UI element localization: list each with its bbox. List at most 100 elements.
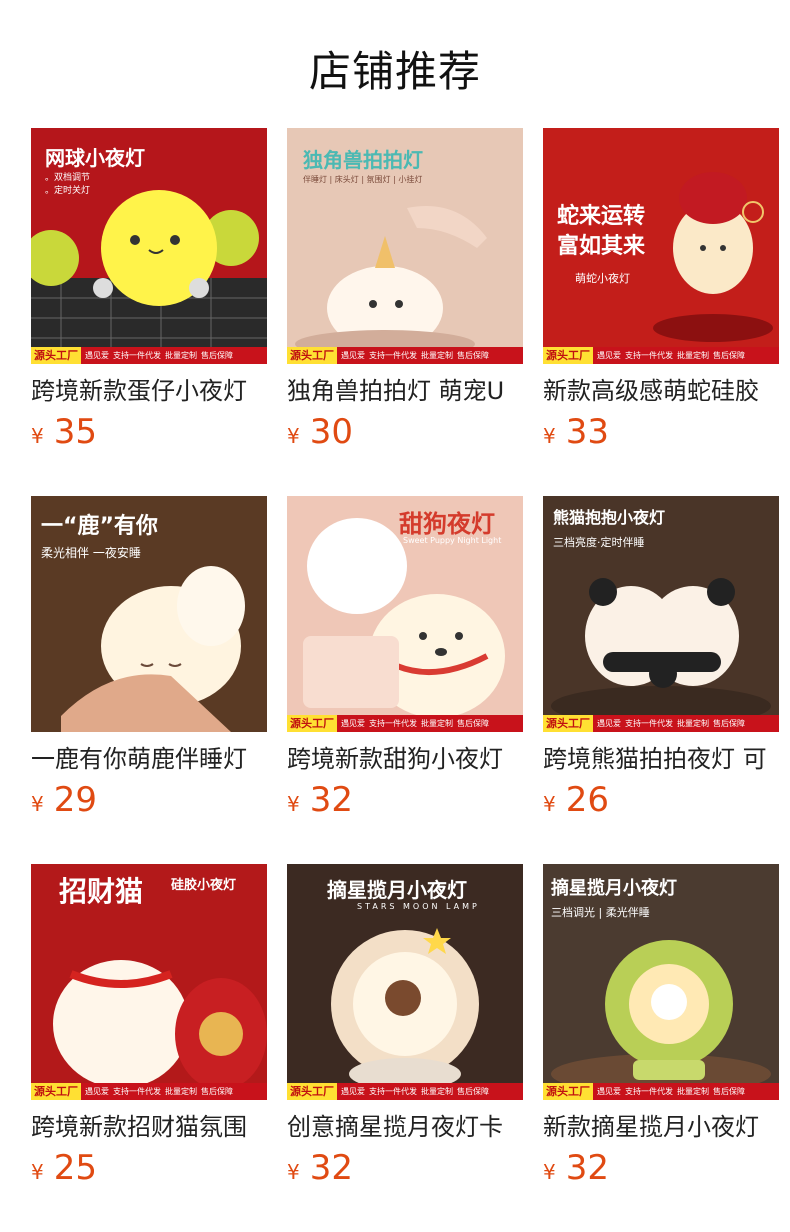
price-value: 33 bbox=[565, 412, 609, 452]
product-name[interactable]: 跨境新款甜狗小夜灯 bbox=[287, 744, 523, 774]
product-image[interactable]: 一“鹿”有你 柔光相伴 一夜安睡 bbox=[31, 496, 267, 732]
product-price: ¥25 bbox=[31, 1148, 267, 1192]
product-card[interactable]: 熊猫抱抱小夜灯 三档亮度·定时伴睡 源头工厂 遇见爱 支持一件代发 批量定制 售… bbox=[543, 496, 779, 824]
currency-symbol: ¥ bbox=[543, 424, 556, 448]
currency-symbol: ¥ bbox=[287, 424, 300, 448]
banner-title: 蛇来运转 富如其来 bbox=[557, 204, 646, 259]
product-name[interactable]: 新款摘星揽月小夜灯 bbox=[543, 1112, 779, 1142]
banner-subtitle: 。双档调节 。定时关灯 bbox=[45, 173, 91, 196]
product-card[interactable]: 招财猫 硅胶小夜灯 源头工厂 遇见爱 支持一件代发 批量定制 售后保障 跨境新款… bbox=[31, 864, 267, 1192]
product-card[interactable]: 一“鹿”有你 柔光相伴 一夜安睡 一鹿有你萌鹿伴睡灯 ¥29 bbox=[31, 496, 267, 824]
banner-title: 摘星揽月小夜灯 bbox=[551, 878, 677, 899]
currency-symbol: ¥ bbox=[31, 424, 44, 448]
factory-source-label: 源头工厂 bbox=[287, 347, 337, 364]
factory-tag-strip: 源头工厂 遇见爱 支持一件代发 批量定制 售后保障 bbox=[287, 715, 523, 732]
tag-feature: 支持一件代发 bbox=[113, 1087, 161, 1096]
tag-feature: 批量定制 bbox=[421, 1087, 453, 1096]
product-card[interactable]: 蛇来运转 富如其来 萌蛇小夜灯 源头工厂 遇见爱 支持一件代发 批量定制 售后保… bbox=[543, 128, 779, 456]
price-value: 35 bbox=[53, 412, 97, 452]
product-image[interactable]: 蛇来运转 富如其来 萌蛇小夜灯 源头工厂 遇见爱 支持一件代发 批量定制 售后保… bbox=[543, 128, 779, 364]
product-card[interactable]: 摘星揽月小夜灯 STARS MOON LAMP 源头工厂 遇见爱 支持一件代发 … bbox=[287, 864, 523, 1192]
currency-symbol: ¥ bbox=[543, 1160, 556, 1184]
product-price: ¥32 bbox=[287, 1148, 523, 1192]
banner-subtitle: STARS MOON LAMP bbox=[357, 902, 480, 911]
product-card[interactable]: 摘星揽月小夜灯 三档调光 | 柔光伴睡 源头工厂 遇见爱 支持一件代发 批量定制… bbox=[543, 864, 779, 1192]
tag-feature: 批量定制 bbox=[165, 1087, 197, 1096]
product-name[interactable]: 跨境新款蛋仔小夜灯 bbox=[31, 376, 267, 406]
banner-title: 熊猫抱抱小夜灯 bbox=[553, 508, 666, 527]
tag-feature: 售后保障 bbox=[457, 1087, 489, 1096]
product-price: ¥35 bbox=[31, 412, 267, 456]
product-image[interactable]: 网球小夜灯 。双档调节 。定时关灯 源头工厂 遇见爱 支持一件代发 批量定制 售… bbox=[31, 128, 267, 364]
tag-feature: 遇见爱 bbox=[597, 719, 621, 728]
product-card[interactable]: 独角兽拍拍灯 伴睡灯 | 床头灯 | 氛围灯 | 小挂灯 源头工厂 遇见爱 支持… bbox=[287, 128, 523, 456]
factory-source-label: 源头工厂 bbox=[543, 1083, 593, 1100]
banner-title: 招财猫 bbox=[59, 875, 144, 908]
product-image[interactable]: 独角兽拍拍灯 伴睡灯 | 床头灯 | 氛围灯 | 小挂灯 源头工厂 遇见爱 支持… bbox=[287, 128, 523, 364]
product-name[interactable]: 跨境熊猫拍拍夜灯 可 bbox=[543, 744, 779, 774]
price-value: 32 bbox=[565, 1148, 609, 1188]
banner-subtitle: 硅胶小夜灯 bbox=[171, 878, 237, 893]
factory-source-label: 源头工厂 bbox=[543, 715, 593, 732]
tag-feature: 支持一件代发 bbox=[113, 351, 161, 360]
banner-subtitle: 伴睡灯 | 床头灯 | 氛围灯 | 小挂灯 bbox=[303, 175, 423, 184]
factory-tag-strip: 源头工厂 遇见爱 支持一件代发 批量定制 售后保障 bbox=[543, 715, 779, 732]
banner-subtitle: 萌蛇小夜灯 bbox=[575, 272, 630, 285]
product-price: ¥32 bbox=[287, 780, 523, 824]
tag-feature: 支持一件代发 bbox=[369, 351, 417, 360]
tag-feature: 售后保障 bbox=[713, 1087, 745, 1096]
banner-subtitle: 三档调光 | 柔光伴睡 bbox=[551, 906, 650, 919]
factory-tag-strip: 源头工厂 遇见爱 支持一件代发 批量定制 售后保障 bbox=[543, 347, 779, 364]
price-value: 30 bbox=[309, 412, 353, 452]
price-value: 32 bbox=[309, 780, 353, 820]
tag-feature: 售后保障 bbox=[457, 351, 489, 360]
banner-title: 甜狗夜灯 bbox=[399, 510, 495, 538]
tag-feature: 售后保障 bbox=[201, 351, 233, 360]
currency-symbol: ¥ bbox=[287, 1160, 300, 1184]
product-name[interactable]: 新款高级感萌蛇硅胶 bbox=[543, 376, 779, 406]
product-name[interactable]: 创意摘星揽月夜灯卡 bbox=[287, 1112, 523, 1142]
panda-lamp-illustration bbox=[551, 578, 771, 726]
product-price: ¥32 bbox=[543, 1148, 779, 1192]
tag-feature: 批量定制 bbox=[165, 351, 197, 360]
product-image[interactable]: 熊猫抱抱小夜灯 三档亮度·定时伴睡 源头工厂 遇见爱 支持一件代发 批量定制 售… bbox=[543, 496, 779, 732]
product-card[interactable]: 网球小夜灯 。双档调节 。定时关灯 源头工厂 遇见爱 支持一件代发 批量定制 售… bbox=[31, 128, 267, 456]
price-value: 26 bbox=[565, 780, 609, 820]
tag-feature: 遇见爱 bbox=[341, 719, 365, 728]
product-name[interactable]: 跨境新款招财猫氛围 bbox=[31, 1112, 267, 1142]
product-image[interactable]: 摘星揽月小夜灯 三档调光 | 柔光伴睡 源头工厂 遇见爱 支持一件代发 批量定制… bbox=[543, 864, 779, 1100]
banner-subtitle: 三档亮度·定时伴睡 bbox=[553, 536, 645, 549]
product-price: ¥30 bbox=[287, 412, 523, 456]
price-value: 32 bbox=[309, 1148, 353, 1188]
tag-feature: 支持一件代发 bbox=[369, 719, 417, 728]
currency-symbol: ¥ bbox=[31, 792, 44, 816]
factory-tag-strip: 源头工厂 遇见爱 支持一件代发 批量定制 售后保障 bbox=[31, 347, 267, 364]
product-image[interactable]: 摘星揽月小夜灯 STARS MOON LAMP 源头工厂 遇见爱 支持一件代发 … bbox=[287, 864, 523, 1100]
price-value: 25 bbox=[53, 1148, 97, 1188]
product-name[interactable]: 独角兽拍拍灯 萌宠U bbox=[287, 376, 523, 406]
product-card[interactable]: 甜狗夜灯 Sweet Puppy Night Light 源头工厂 遇见爱 支持… bbox=[287, 496, 523, 824]
tag-feature: 遇见爱 bbox=[85, 1087, 109, 1096]
banner-title: 摘星揽月小夜灯 bbox=[327, 878, 467, 902]
tag-feature: 批量定制 bbox=[677, 719, 709, 728]
tag-feature: 售后保障 bbox=[713, 719, 745, 728]
tag-feature: 批量定制 bbox=[677, 1087, 709, 1096]
factory-source-label: 源头工厂 bbox=[31, 347, 81, 364]
page-title: 店铺推荐 bbox=[308, 47, 481, 96]
tag-feature: 遇见爱 bbox=[597, 1087, 621, 1096]
product-image[interactable]: 招财猫 硅胶小夜灯 源头工厂 遇见爱 支持一件代发 批量定制 售后保障 bbox=[31, 864, 267, 1100]
product-name[interactable]: 一鹿有你萌鹿伴睡灯 bbox=[31, 744, 267, 774]
product-price: ¥33 bbox=[543, 412, 779, 456]
tag-feature: 售后保障 bbox=[201, 1087, 233, 1096]
banner-subtitle: Sweet Puppy Night Light bbox=[403, 536, 502, 545]
product-image[interactable]: 甜狗夜灯 Sweet Puppy Night Light 源头工厂 遇见爱 支持… bbox=[287, 496, 523, 732]
factory-tag-strip: 源头工厂 遇见爱 支持一件代发 批量定制 售后保障 bbox=[287, 347, 523, 364]
tag-feature: 支持一件代发 bbox=[625, 1087, 673, 1096]
tag-feature: 遇见爱 bbox=[597, 351, 621, 360]
tag-feature: 遇见爱 bbox=[341, 351, 365, 360]
tag-feature: 批量定制 bbox=[421, 351, 453, 360]
currency-symbol: ¥ bbox=[31, 1160, 44, 1184]
tag-feature: 售后保障 bbox=[713, 351, 745, 360]
banner-title: 一“鹿”有你 bbox=[41, 514, 158, 539]
tag-feature: 售后保障 bbox=[457, 719, 489, 728]
